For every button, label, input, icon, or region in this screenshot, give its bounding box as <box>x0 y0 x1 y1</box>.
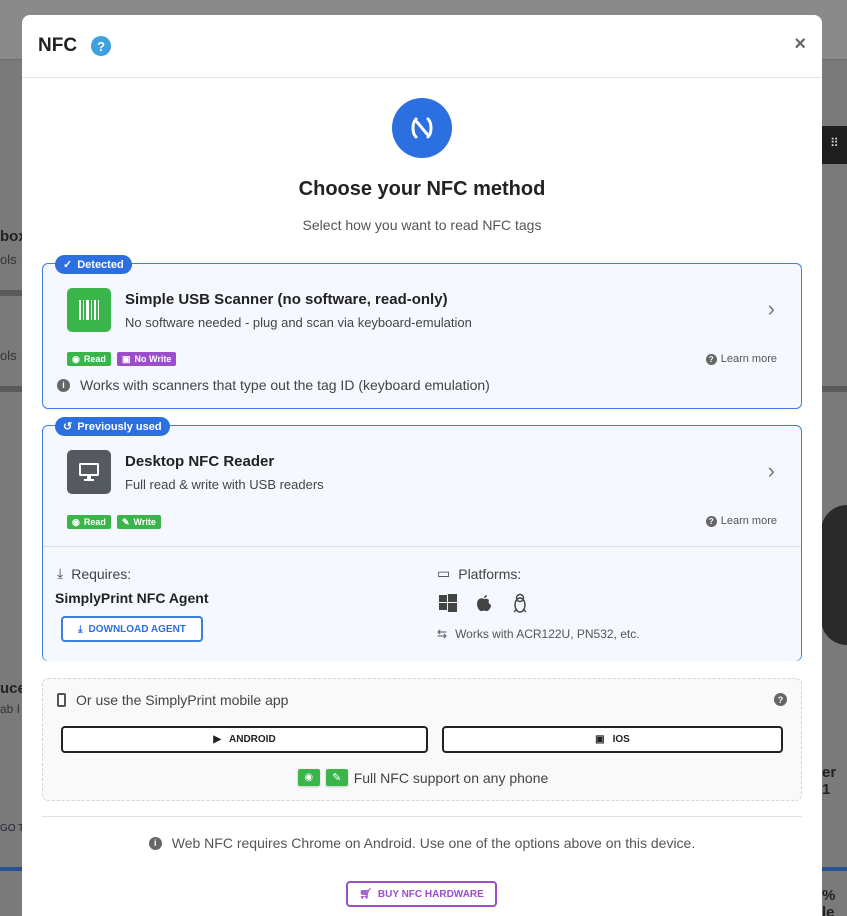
platform-icons <box>439 593 529 613</box>
apple-icon <box>477 595 491 612</box>
help-icon[interactable]: ? <box>91 36 112 56</box>
background-spool-image <box>821 505 847 645</box>
download-icon: ⤓ <box>78 623 83 635</box>
info-icon: i <box>148 836 162 850</box>
barcode-icon <box>67 288 111 332</box>
desktop-reader-card[interactable]: ↺ Previously used Desktop NFC Reader Ful… <box>42 417 802 661</box>
check-icon: ✓ <box>63 259 73 271</box>
tag-label: Read <box>83 517 106 527</box>
requires-label: ⤓ Requires: <box>57 565 131 582</box>
previously-used-badge: ↺ Previously used <box>55 417 170 436</box>
nfc-modal: NFC ? × Choose your NFC method Select ho… <box>22 15 822 916</box>
note-text: Works with scanners that type out the ta… <box>80 377 490 393</box>
mobile-feature: ◉ ✎ Full NFC support on any phone <box>43 769 803 786</box>
lock-icon: ▣ <box>122 353 131 364</box>
usb-icon: ⇆ <box>437 627 448 641</box>
background-text: ab I <box>0 702 21 716</box>
background-divider <box>821 386 847 392</box>
button-label: BUY NFC HARDWARE <box>377 888 484 900</box>
background-text: % le <box>822 887 836 916</box>
label-text: Requires: <box>71 565 132 582</box>
background-text: ols <box>0 348 17 363</box>
background-text: ols <box>0 252 17 267</box>
app-store-icon: ▣ <box>595 734 605 745</box>
ios-button[interactable]: ▣ IOS <box>442 726 783 753</box>
info-icon: ? <box>705 353 717 365</box>
background-dark-button: ⠿ <box>821 126 847 164</box>
windows-icon <box>439 594 457 612</box>
button-label: IOS <box>612 734 630 745</box>
phone-icon <box>57 693 66 707</box>
eye-icon: ◉ <box>297 769 320 786</box>
link-label: Learn more <box>720 353 777 365</box>
usb-note: i Works with scanners that type out the t… <box>57 377 490 393</box>
label-text: Platforms: <box>458 565 522 582</box>
button-label: DOWNLOAD AGENT <box>88 623 186 635</box>
download-agent-button[interactable]: ⤓ DOWNLOAD AGENT <box>61 616 203 642</box>
mobile-app-section: Or use the SimplyPrint mobile app ? ▶ AND… <box>42 678 802 801</box>
info-icon: ? <box>705 515 717 527</box>
read-tag: ◉ Read <box>67 515 111 529</box>
background-text: GO T <box>0 823 25 834</box>
close-button[interactable]: × <box>794 33 806 56</box>
monitor-icon <box>67 450 111 494</box>
laptop-icon: ▭ <box>437 565 451 581</box>
grid-icon: ⠿ <box>830 136 839 150</box>
hero-subtitle: Select how you want to read NFC tags <box>302 217 542 233</box>
pencil-icon: ✎ <box>122 516 130 527</box>
note-text: Works with ACR122U, PN532, etc. <box>455 627 640 641</box>
requirements-section: ⤓ Requires: SimplyPrint NFC Agent ⤓ DOWNLO… <box>43 546 801 661</box>
chevron-right-icon: › <box>767 458 775 483</box>
button-label: ANDROID <box>229 734 276 745</box>
mobile-label: Or use the SimplyPrint mobile app <box>57 692 288 708</box>
eye-icon: ◉ <box>72 516 80 527</box>
hero-title: Choose your NFC method <box>298 178 546 200</box>
divider <box>42 816 802 817</box>
modal-title: NFC <box>38 35 78 56</box>
platforms-label: ▭ Platforms: <box>437 565 521 582</box>
tag-label: Read <box>83 354 106 364</box>
history-icon: ↺ <box>63 421 73 433</box>
learn-more-link[interactable]: ? Learn more <box>705 515 777 527</box>
label-text: Or use the SimplyPrint mobile app <box>76 692 289 708</box>
detected-badge: ✓ Detected <box>55 255 132 274</box>
modal-header: NFC ? × <box>22 15 822 78</box>
info-icon: i <box>57 378 70 392</box>
requires-value: SimplyPrint NFC Agent <box>55 590 209 606</box>
web-nfc-note: i Web NFC requires Chrome on Android. Us… <box>22 835 822 851</box>
background-divider <box>0 290 22 296</box>
link-label: Learn more <box>720 515 777 527</box>
nfc-icon <box>392 98 452 158</box>
tag-label: Write <box>133 517 156 527</box>
card-title: Desktop NFC Reader <box>125 453 275 470</box>
badge-label: Previously used <box>77 420 162 433</box>
play-store-icon: ▶ <box>213 734 222 745</box>
background-divider <box>0 386 22 392</box>
read-tag: ◉ Read <box>67 352 111 366</box>
badge-label: Detected <box>77 258 124 271</box>
usb-scanner-card[interactable]: ✓ Detected Simple USB Scanner (no softwa… <box>42 255 802 409</box>
tag-label: No Write <box>134 354 172 364</box>
learn-more-link[interactable]: ? Learn more <box>705 353 777 365</box>
card-description: No software needed - plug and scan via k… <box>125 315 472 330</box>
chevron-right-icon: › <box>767 296 775 321</box>
feature-text: Full NFC support on any phone <box>353 769 549 786</box>
linux-icon <box>513 593 527 613</box>
compat-note: ⇆ Works with ACR122U, PN532, etc. <box>437 627 640 641</box>
no-write-tag: ▣ No Write <box>117 352 177 366</box>
android-button[interactable]: ▶ ANDROID <box>61 726 428 753</box>
help-icon[interactable]: ? <box>774 693 787 706</box>
note-text: Web NFC requires Chrome on Android. Use … <box>171 835 696 851</box>
card-title: Simple USB Scanner (no software, read-on… <box>125 291 448 308</box>
eye-icon: ◉ <box>72 353 80 364</box>
background-text: er 1 <box>822 764 837 798</box>
download-icon: ⤓ <box>57 565 64 581</box>
cart-icon: 🛒︎ <box>359 888 372 900</box>
pencil-icon: ✎ <box>325 769 348 786</box>
write-tag: ✎ Write <box>117 515 161 529</box>
card-description: Full read & write with USB readers <box>125 477 324 492</box>
buy-nfc-hardware-button[interactable]: 🛒︎ BUY NFC HARDWARE <box>346 881 497 907</box>
